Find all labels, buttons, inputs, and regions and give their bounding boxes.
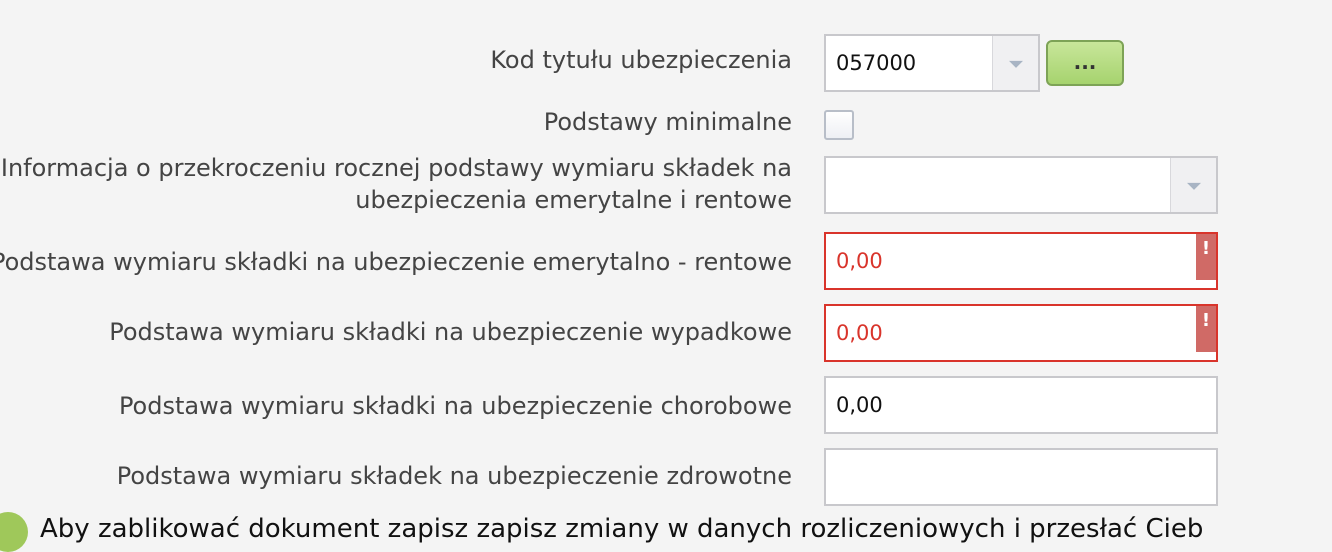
podstawa-zdrowotne-input[interactable] <box>824 448 1218 506</box>
bottom-message: Aby zablikować dokument zapisz zapisz zm… <box>40 514 1204 544</box>
kod-tytulu-browse-button[interactable]: ... <box>1046 40 1124 86</box>
podstawa-emerytalno-rentowe-input[interactable]: 0,00 ! <box>824 232 1218 290</box>
kod-tytulu-select[interactable]: 057000 <box>824 34 1040 92</box>
info-icon <box>0 512 28 552</box>
informacja-przekroczenie-label-line2: ubezpieczenia emerytalne i rentowe <box>355 186 792 214</box>
podstawy-minimalne-checkbox[interactable] <box>824 110 854 140</box>
podstawa-emerytalno-rentowe-value: 0,00 <box>836 249 883 273</box>
informacja-przekroczenie-select[interactable] <box>824 156 1218 214</box>
chevron-down-icon <box>1008 60 1023 68</box>
podstawa-wypadkowe-label: Podstawa wymiaru składki na ubezpieczeni… <box>109 318 792 346</box>
podstawa-wypadkowe-value: 0,00 <box>836 321 883 345</box>
kod-tytulu-label: Kod tytułu ubezpieczenia <box>490 46 792 74</box>
kod-tytulu-value: 057000 <box>836 51 917 75</box>
podstawa-wypadkowe-input[interactable]: 0,00 ! <box>824 304 1218 362</box>
podstawa-chorobowe-value: 0,00 <box>836 393 883 417</box>
informacja-przekroczenie-label-line1: Informacja o przekroczeniu rocznej podst… <box>0 154 792 182</box>
podstawa-chorobowe-input[interactable]: 0,00 <box>824 376 1218 434</box>
chevron-down-icon <box>1186 182 1201 190</box>
podstawa-zdrowotne-label: Podstawa wymiaru składek na ubezpieczeni… <box>116 462 792 490</box>
podstawy-minimalne-label: Podstawy minimalne <box>543 108 792 136</box>
kod-tytulu-dropdown-button[interactable] <box>992 36 1038 90</box>
error-icon: ! <box>1196 234 1216 280</box>
informacja-przekroczenie-dropdown-button[interactable] <box>1170 158 1216 212</box>
error-icon: ! <box>1196 306 1216 352</box>
podstawa-chorobowe-label: Podstawa wymiaru składki na ubezpieczeni… <box>118 392 792 420</box>
podstawa-emerytalno-rentowe-label: Podstawa wymiaru składki na ubezpieczeni… <box>0 248 792 276</box>
